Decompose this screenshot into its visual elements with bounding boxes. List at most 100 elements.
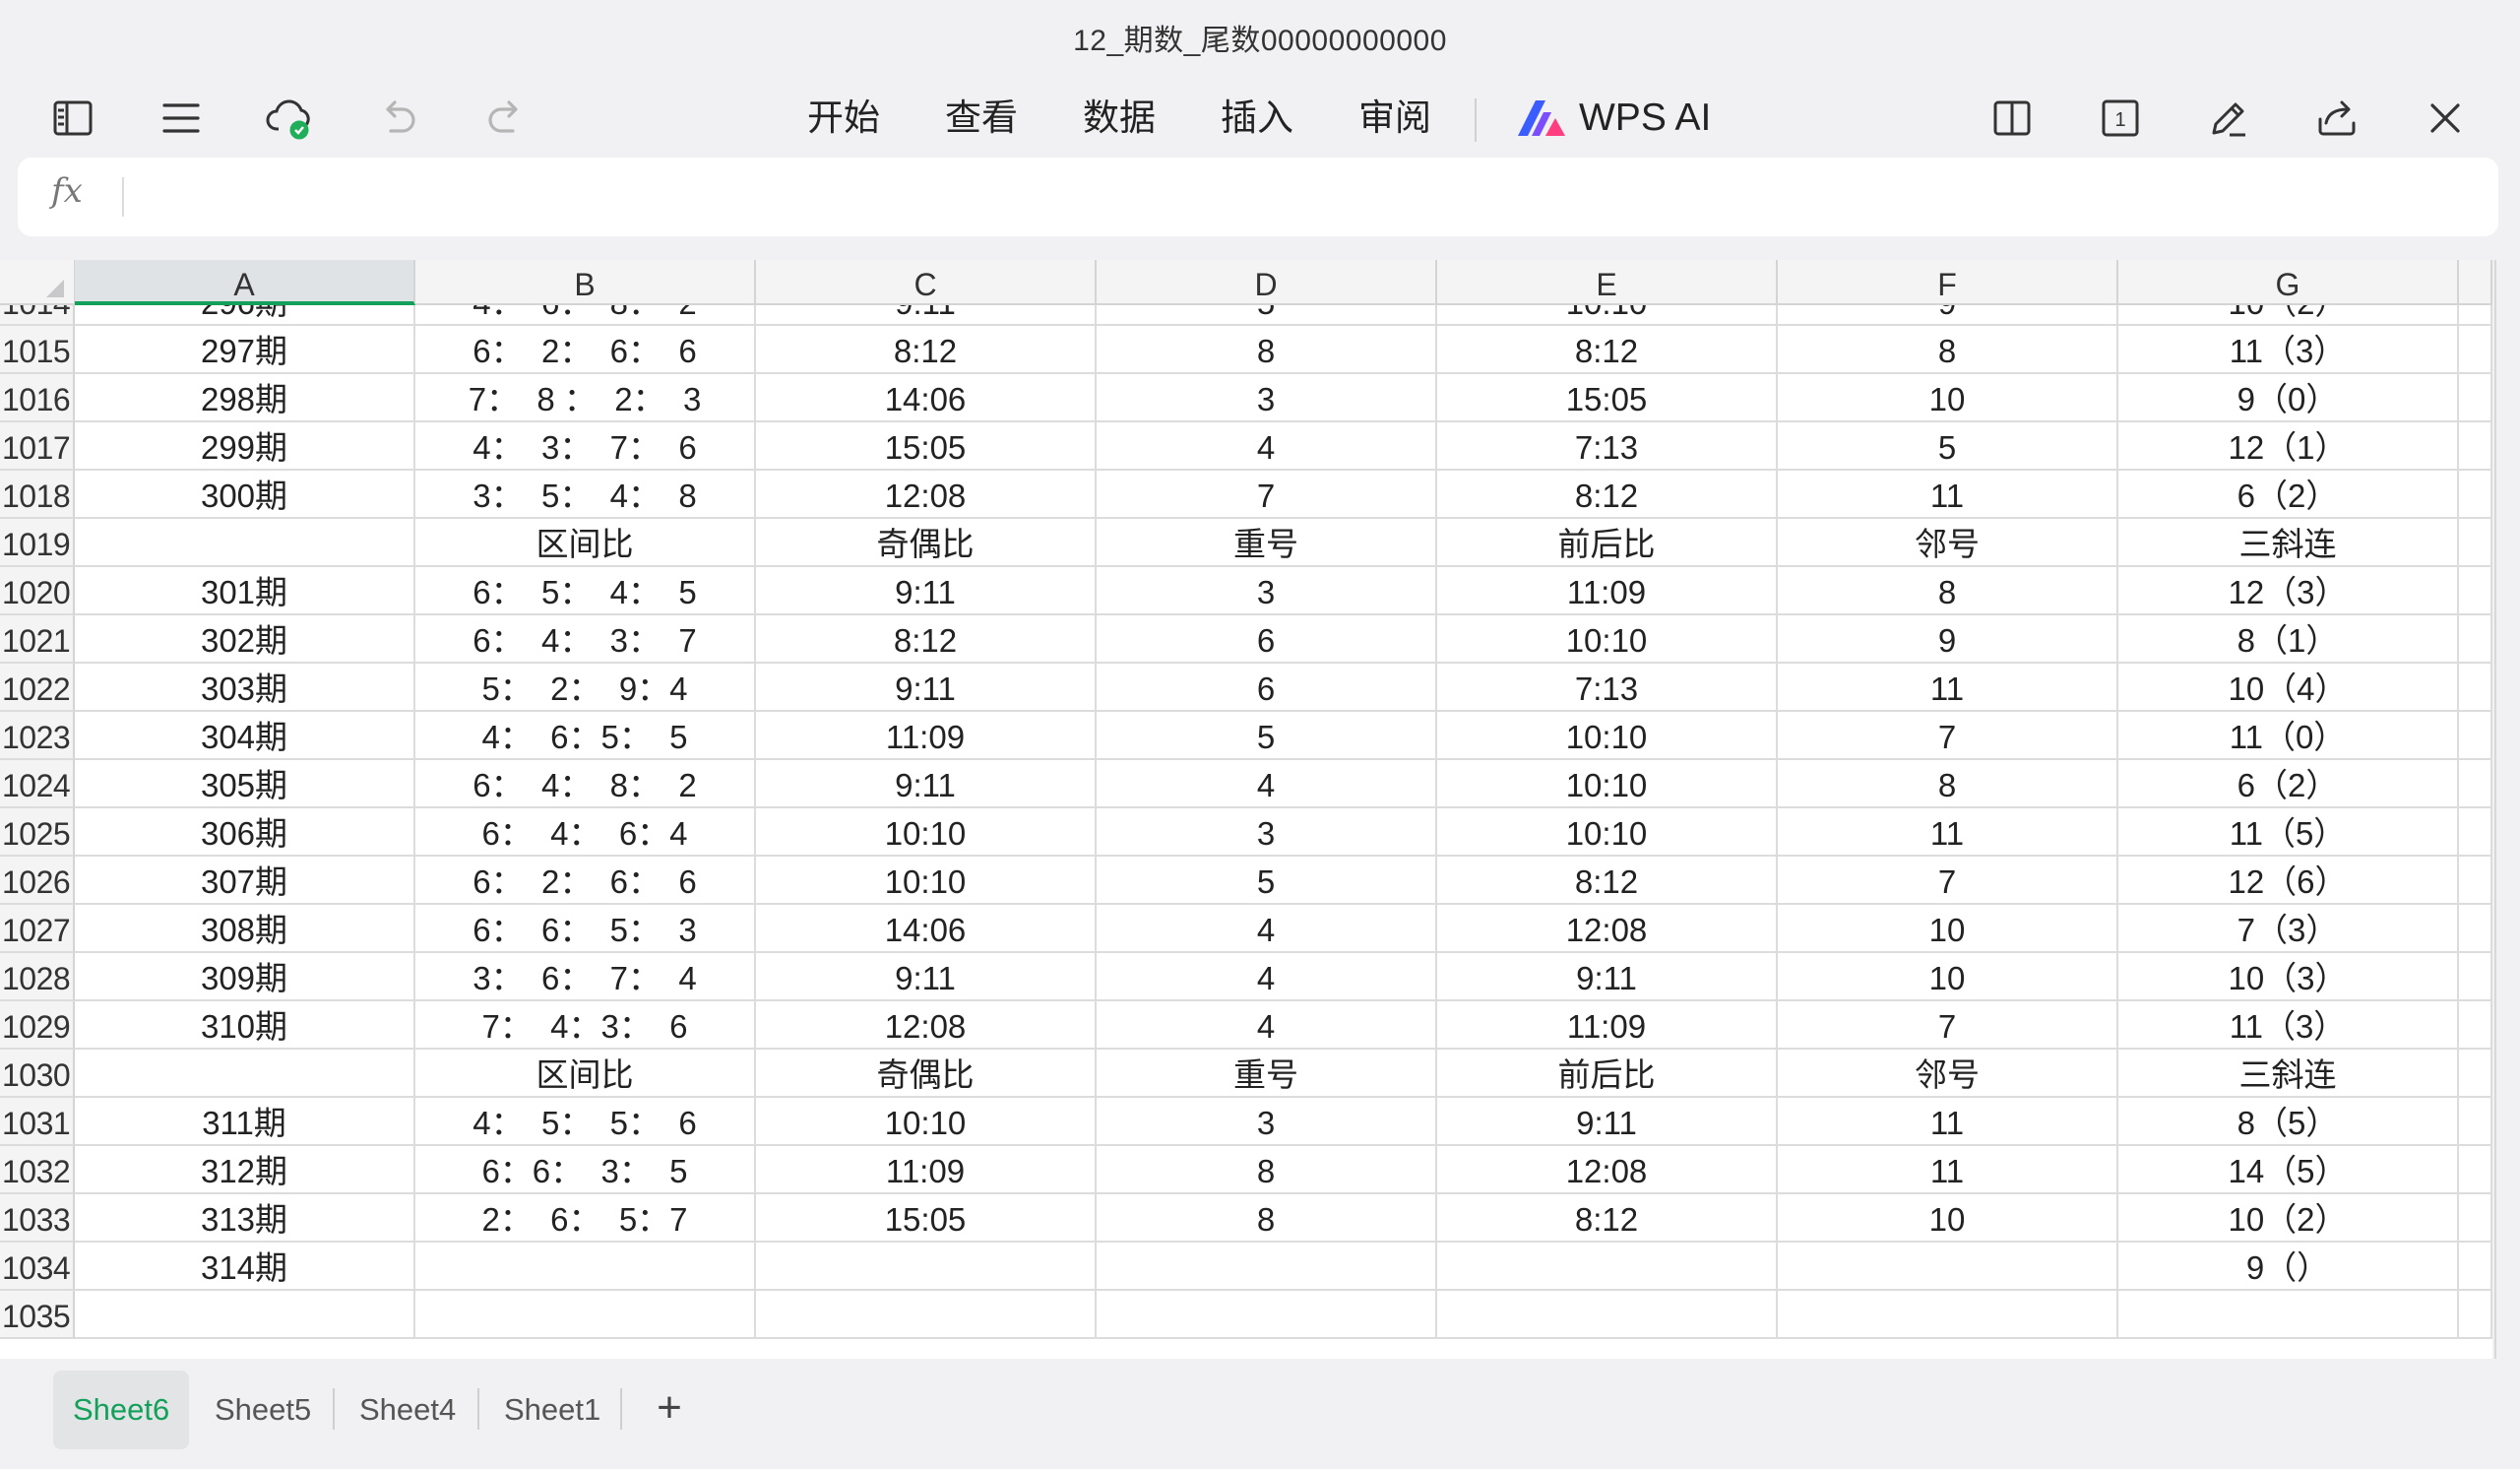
- cell-d[interactable]: 8: [1097, 1146, 1437, 1194]
- cell-a[interactable]: [75, 1050, 415, 1098]
- cell-f[interactable]: 11: [1778, 1146, 2118, 1194]
- cell-g[interactable]: 12（1）: [2118, 422, 2459, 471]
- cell-c[interactable]: 14:06: [756, 374, 1097, 422]
- cell-a[interactable]: 310期: [75, 1001, 415, 1050]
- cell-h[interactable]: [2459, 712, 2492, 760]
- cell-f[interactable]: 8: [1778, 326, 2118, 374]
- sheet-tab-sheet1[interactable]: Sheet1: [484, 1371, 620, 1449]
- cell-g[interactable]: 11（0）: [2118, 712, 2459, 760]
- cell-h[interactable]: [2459, 1194, 2492, 1243]
- cell-b[interactable]: 7： 4：3： 6: [415, 1001, 756, 1050]
- cell-a[interactable]: 306期: [75, 808, 415, 857]
- cell-g[interactable]: 10（2）: [2118, 1194, 2459, 1243]
- cell-e[interactable]: 前后比: [1437, 1050, 1778, 1098]
- column-header-h[interactable]: [2459, 260, 2492, 305]
- cell-h[interactable]: [2459, 905, 2492, 953]
- row-header[interactable]: 1017: [0, 422, 75, 471]
- row-header[interactable]: 1016: [0, 374, 75, 422]
- cell-b[interactable]: [415, 1243, 756, 1291]
- cell-g[interactable]: 9（）: [2118, 1243, 2459, 1291]
- cell-f[interactable]: 5: [1778, 422, 2118, 471]
- cell-g[interactable]: 11（3）: [2118, 1001, 2459, 1050]
- cell-d[interactable]: 8: [1097, 326, 1437, 374]
- cell-c[interactable]: 10:10: [756, 808, 1097, 857]
- cell-h[interactable]: [2459, 664, 2492, 712]
- cell-d[interactable]: 5: [1097, 857, 1437, 905]
- cell-d[interactable]: 3: [1097, 1098, 1437, 1146]
- cell-a[interactable]: 309期: [75, 953, 415, 1001]
- cell-d[interactable]: 8: [1097, 1194, 1437, 1243]
- cell-c[interactable]: 12:08: [756, 1001, 1097, 1050]
- cell-h[interactable]: [2459, 1146, 2492, 1194]
- cell-c[interactable]: 11:09: [756, 1146, 1097, 1194]
- cell-f[interactable]: 8: [1778, 567, 2118, 615]
- share-icon[interactable]: [2303, 81, 2370, 156]
- cell-c[interactable]: 9:11: [756, 760, 1097, 808]
- cell-e[interactable]: 前后比: [1437, 519, 1778, 567]
- cell-f[interactable]: 7: [1778, 1001, 2118, 1050]
- cell-b[interactable]: 6： 4： 3： 7: [415, 615, 756, 664]
- sheet-tab-sheet4[interactable]: Sheet4: [340, 1371, 475, 1449]
- cell-e[interactable]: 11:09: [1437, 567, 1778, 615]
- cell-c[interactable]: 奇偶比: [756, 1050, 1097, 1098]
- split-view-icon[interactable]: [1979, 81, 2046, 156]
- row-header[interactable]: 1015: [0, 326, 75, 374]
- cell-d[interactable]: [1097, 1243, 1437, 1291]
- cell-b[interactable]: 6： 4： 6：4: [415, 808, 756, 857]
- cell-e[interactable]: 15:05: [1437, 374, 1778, 422]
- cell-b[interactable]: 6： 4： 8： 2: [415, 760, 756, 808]
- cell-f[interactable]: 8: [1778, 760, 2118, 808]
- cell-c[interactable]: 9:11: [756, 953, 1097, 1001]
- formula-input[interactable]: [142, 173, 2465, 221]
- cell-e[interactable]: 8:12: [1437, 1194, 1778, 1243]
- cell-d[interactable]: [1097, 1291, 1437, 1339]
- cell-b[interactable]: 6：6： 3： 5: [415, 1146, 756, 1194]
- row-header[interactable]: 1030: [0, 1050, 75, 1098]
- cell-a[interactable]: 312期: [75, 1146, 415, 1194]
- cell-d[interactable]: 重号: [1097, 1050, 1437, 1098]
- cell-d[interactable]: 6: [1097, 664, 1437, 712]
- row-header[interactable]: 1031: [0, 1098, 75, 1146]
- row-header[interactable]: 1034: [0, 1243, 75, 1291]
- cell-e[interactable]: 10:10: [1437, 615, 1778, 664]
- cell-f[interactable]: 10: [1778, 953, 2118, 1001]
- cell-e[interactable]: 12:08: [1437, 1146, 1778, 1194]
- menu-data[interactable]: 数据: [1083, 93, 1156, 144]
- cell-b[interactable]: 6： 5： 4： 5: [415, 567, 756, 615]
- cell-a[interactable]: 313期: [75, 1194, 415, 1243]
- cell-c[interactable]: 11:09: [756, 712, 1097, 760]
- cell-e[interactable]: 8:12: [1437, 857, 1778, 905]
- cell-e[interactable]: 8:12: [1437, 326, 1778, 374]
- cell-f[interactable]: 邻号: [1778, 519, 2118, 567]
- cell-e[interactable]: 10:10: [1437, 808, 1778, 857]
- cell-a[interactable]: 299期: [75, 422, 415, 471]
- cell-d[interactable]: 3: [1097, 567, 1437, 615]
- cell-g[interactable]: 11（5）: [2118, 808, 2459, 857]
- row-header[interactable]: 1035: [0, 1291, 75, 1339]
- cell-a[interactable]: 297期: [75, 326, 415, 374]
- row-header[interactable]: 1027: [0, 905, 75, 953]
- cell-a[interactable]: 304期: [75, 712, 415, 760]
- cell-a[interactable]: 300期: [75, 471, 415, 519]
- cell-f[interactable]: 7: [1778, 712, 2118, 760]
- spreadsheet-grid[interactable]: 1014296期4： 6： 8： 29:11510:10910（2）101529…: [0, 260, 2492, 1359]
- cell-a[interactable]: 298期: [75, 374, 415, 422]
- cell-f[interactable]: 10: [1778, 374, 2118, 422]
- cell-h[interactable]: [2459, 760, 2492, 808]
- cell-d[interactable]: 3: [1097, 808, 1437, 857]
- cell-b[interactable]: 4： 3： 7： 6: [415, 422, 756, 471]
- wps-ai-button[interactable]: WPS AI: [1516, 91, 1711, 146]
- cell-d[interactable]: 4: [1097, 1001, 1437, 1050]
- cell-d[interactable]: 5: [1097, 712, 1437, 760]
- cell-e[interactable]: 7:13: [1437, 422, 1778, 471]
- cell-g[interactable]: 14（5）: [2118, 1146, 2459, 1194]
- cell-a[interactable]: 311期: [75, 1098, 415, 1146]
- cell-c[interactable]: 15:05: [756, 1194, 1097, 1243]
- cell-f[interactable]: 11: [1778, 664, 2118, 712]
- menu-view[interactable]: 查看: [945, 93, 1018, 144]
- cell-d[interactable]: 3: [1097, 374, 1437, 422]
- cell-h[interactable]: [2459, 857, 2492, 905]
- cell-a[interactable]: 307期: [75, 857, 415, 905]
- cell-a[interactable]: 302期: [75, 615, 415, 664]
- column-header-c[interactable]: C: [756, 260, 1097, 305]
